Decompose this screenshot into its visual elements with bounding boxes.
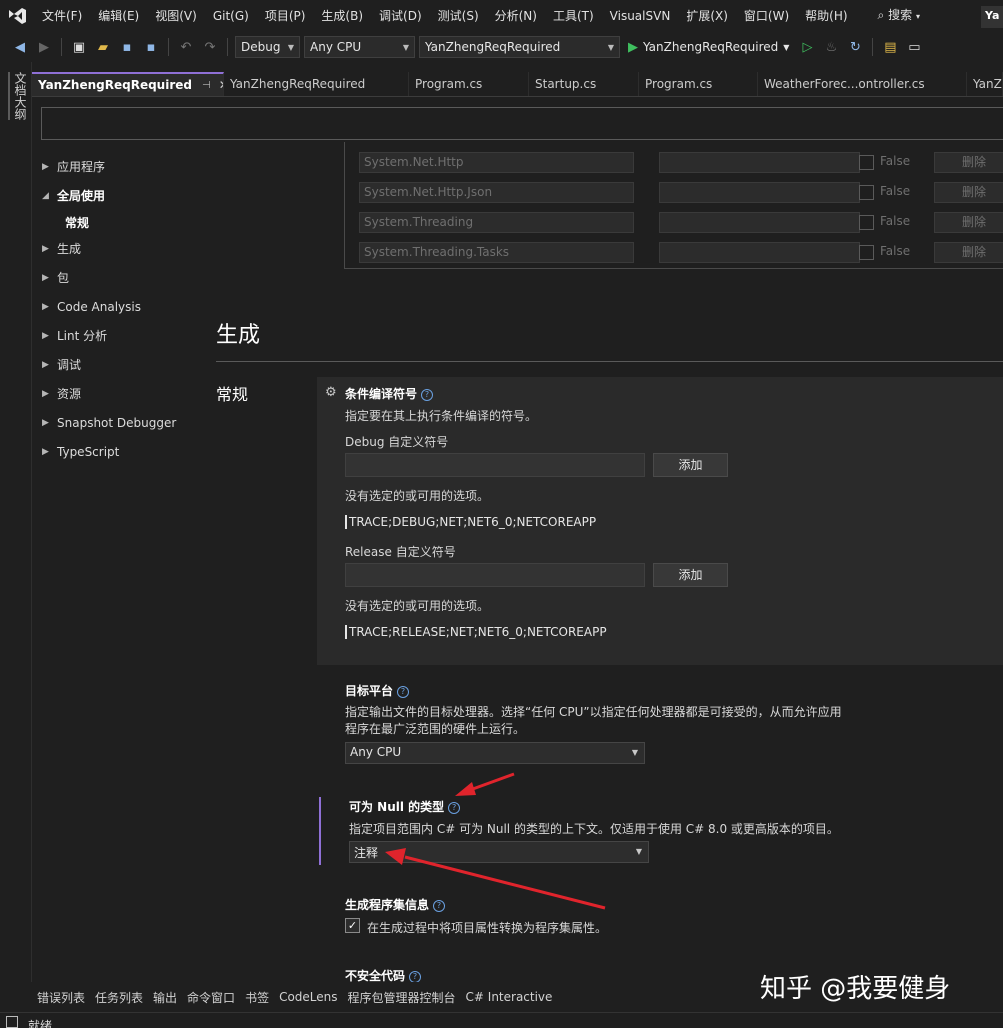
watermark: 知乎 @我要健身 — [760, 974, 951, 1004]
status-text: 就绪 — [28, 1019, 53, 1028]
tab-package-manager-console[interactable]: 程序包管理器控制台 — [343, 989, 461, 1006]
tab-csharp-interactive[interactable]: C# Interactive — [461, 990, 558, 1004]
status-icon — [6, 1016, 18, 1028]
tab-task-list[interactable]: 任务列表 — [90, 989, 148, 1006]
tab-error-list[interactable]: 错误列表 — [32, 989, 90, 1006]
annotation-arrows — [385, 772, 606, 910]
arrow-to-nullable-value — [385, 848, 606, 910]
tab-codelens[interactable]: CodeLens — [274, 990, 342, 1004]
arrow-to-nullable-title — [455, 772, 515, 796]
tab-bookmarks[interactable]: 书签 — [240, 989, 274, 1006]
tab-output[interactable]: 输出 — [148, 989, 182, 1006]
tab-command-window[interactable]: 命令窗口 — [182, 989, 240, 1006]
status-bar: 就绪 — [0, 1012, 1003, 1028]
